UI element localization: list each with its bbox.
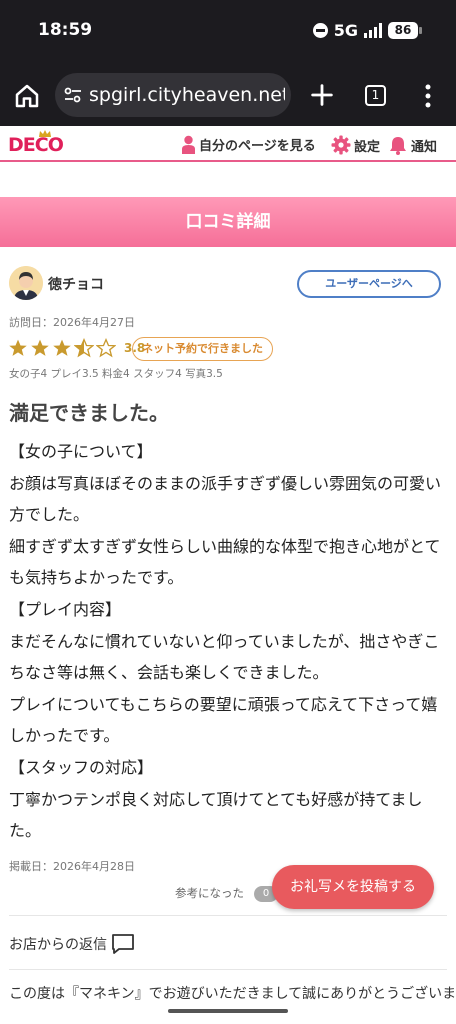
settings-link[interactable]: 設定 bbox=[331, 135, 380, 155]
notifications-link[interactable]: 通知 bbox=[388, 135, 437, 155]
user-page-button[interactable]: ユーザーページへ bbox=[297, 270, 441, 298]
home-icon[interactable] bbox=[12, 81, 42, 111]
avatar[interactable] bbox=[9, 266, 43, 300]
site-logo[interactable]: DECO bbox=[8, 134, 64, 156]
address-bar[interactable]: spgirl.cityheaven.net/ bbox=[55, 73, 291, 117]
reviewer-name[interactable]: 徳チョコ bbox=[48, 274, 104, 294]
notifications-label: 通知 bbox=[411, 139, 438, 155]
shop-reply-text: この度は『マネキン』でお遊びいただきまして誠にありがとうございます bbox=[9, 986, 456, 1002]
star-full-icon bbox=[9, 339, 27, 356]
gesture-home-bar[interactable] bbox=[168, 1009, 288, 1013]
net-reservation-badge: ネット予約で行きました bbox=[132, 337, 273, 361]
status-bar: 18:59 5G 86 bbox=[0, 0, 456, 64]
star-rating: 3.8 bbox=[8, 338, 145, 358]
site-header: DECO 自分のページを見る 設定 通知 bbox=[0, 126, 456, 162]
post-date: 掲載日：2026年4月28日 bbox=[9, 860, 135, 873]
review-body: 【女の子について】 お顔は写真ほぼそのままの派手すぎず優しい雰囲気の可愛い方でし… bbox=[9, 442, 442, 841]
status-time: 18:59 bbox=[38, 20, 93, 40]
gear-icon bbox=[331, 135, 351, 155]
chat-bubble-icon bbox=[112, 934, 134, 954]
divider bbox=[9, 969, 447, 970]
sub-scores: 女の子4 プレイ3.5 料金4 スタッフ4 写真3.5 bbox=[9, 368, 223, 380]
avatar-illustration bbox=[9, 266, 43, 300]
helpful-label[interactable]: 参考になった bbox=[175, 885, 244, 901]
review-title: 満足できました。 bbox=[9, 401, 169, 425]
my-page-link[interactable]: 自分のページを見る bbox=[181, 135, 316, 154]
post-thanks-photo-button[interactable]: お礼写メを投稿する bbox=[272, 865, 434, 909]
browser-toolbar: spgirl.cityheaven.net/ 1 bbox=[0, 64, 456, 126]
bell-icon bbox=[390, 137, 406, 155]
signal-icon bbox=[364, 23, 382, 38]
site-settings-icon[interactable] bbox=[63, 85, 83, 105]
settings-label: 設定 bbox=[354, 139, 381, 155]
star-full-icon bbox=[53, 339, 71, 356]
more-menu-icon[interactable] bbox=[420, 83, 436, 109]
star-empty-icon bbox=[96, 338, 116, 358]
crown-icon bbox=[39, 130, 51, 137]
new-tab-icon[interactable] bbox=[308, 81, 336, 109]
shop-reply-heading[interactable]: お店からの返信 bbox=[9, 932, 136, 956]
shop-reply-label: お店からの返信 bbox=[9, 937, 107, 953]
visit-date: 訪問日：2026年4月27日 bbox=[9, 316, 135, 329]
battery-icon: 86 bbox=[388, 22, 422, 39]
star-full-icon bbox=[31, 339, 49, 356]
page-title: 口コミ詳細 bbox=[0, 197, 456, 247]
divider bbox=[9, 915, 447, 916]
star-half-icon bbox=[74, 338, 94, 358]
person-icon bbox=[182, 135, 195, 154]
network-label: 5G bbox=[333, 21, 358, 40]
my-page-label: 自分のページを見る bbox=[199, 139, 316, 154]
do-not-disturb-icon bbox=[312, 23, 328, 38]
status-indicators: 5G 86 bbox=[312, 21, 422, 40]
url-text[interactable]: spgirl.cityheaven.net/ bbox=[89, 84, 285, 106]
tab-switcher-button[interactable]: 1 bbox=[365, 85, 386, 106]
